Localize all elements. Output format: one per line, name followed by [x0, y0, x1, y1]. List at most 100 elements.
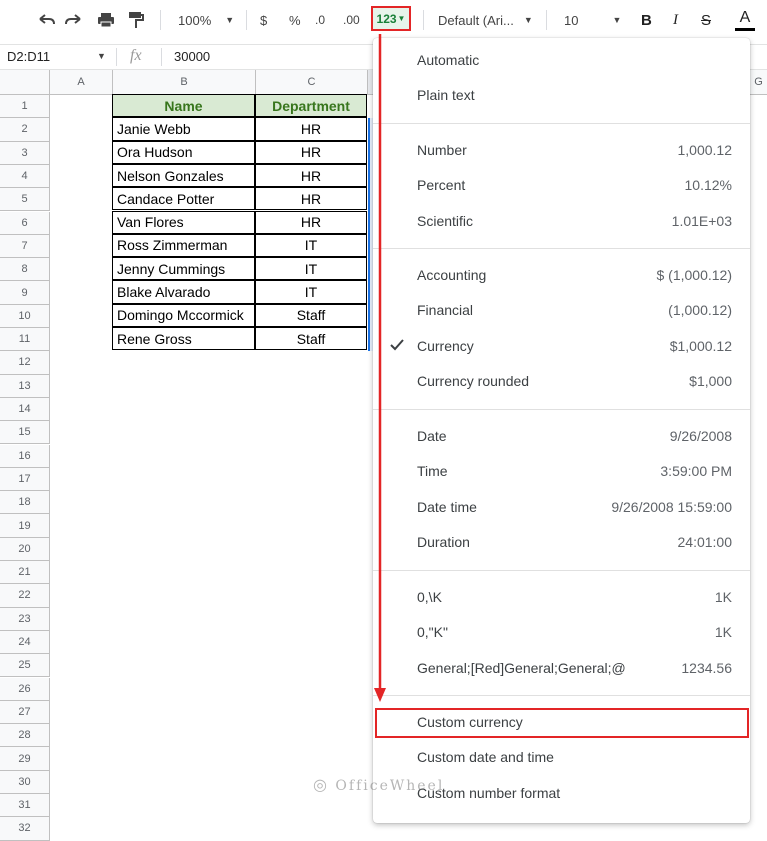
row-header[interactable]: 15: [0, 421, 50, 445]
name-cell[interactable]: Nelson Gonzales: [112, 163, 255, 188]
format-option-scientific[interactable]: Scientific 1.01E+03: [373, 203, 750, 238]
format-option-example: 1,000.12: [677, 141, 733, 158]
row-header[interactable]: 8: [0, 258, 50, 282]
row-header[interactable]: 19: [0, 514, 50, 538]
zoom-select[interactable]: 100% ▼: [178, 0, 234, 40]
department-cell[interactable]: HR: [255, 187, 367, 211]
row-header[interactable]: 16: [0, 444, 50, 468]
format-option-date-time[interactable]: Date time 9/26/2008 15:59:00: [373, 489, 750, 524]
row-header[interactable]: 23: [0, 607, 50, 631]
department-cell[interactable]: IT: [255, 233, 367, 258]
name-box-dropdown-icon[interactable]: ▼: [97, 51, 106, 61]
format-option-currency-rounded[interactable]: Currency rounded $1,000: [373, 364, 750, 399]
header-cell-department[interactable]: Department: [255, 94, 367, 118]
format-option-time[interactable]: Time 3:59:00 PM: [373, 454, 750, 489]
format-option-example: $ (1,000.12): [656, 266, 733, 283]
print-icon[interactable]: [97, 0, 115, 40]
strikethrough-button[interactable]: S: [701, 0, 711, 40]
format-option-general-red-general-general[interactable]: General;[Red]General;General;@ 1234.56: [373, 650, 750, 685]
format-option-example: 1.01E+03: [671, 212, 732, 229]
undo-icon[interactable]: [36, 0, 56, 40]
row-header[interactable]: 27: [0, 700, 50, 725]
column-header-a[interactable]: A: [50, 70, 113, 95]
row-header[interactable]: 6: [0, 211, 50, 235]
row-header[interactable]: 26: [0, 677, 50, 701]
currency-format-button[interactable]: $: [260, 0, 267, 40]
row-header[interactable]: 32: [0, 817, 50, 841]
row-header[interactable]: 25: [0, 654, 50, 678]
row-header[interactable]: 21: [0, 561, 50, 585]
row-header[interactable]: 20: [0, 537, 50, 561]
font-select[interactable]: Default (Ari... ▼: [438, 0, 533, 40]
percent-format-button[interactable]: %: [289, 0, 301, 40]
column-header-b[interactable]: B: [113, 70, 256, 95]
name-box[interactable]: D2:D11: [7, 49, 50, 64]
paint-format-icon[interactable]: [128, 0, 144, 40]
department-cell[interactable]: Staff: [255, 303, 367, 327]
font-size-select[interactable]: 10 ▼: [564, 0, 621, 40]
department-cell[interactable]: HR: [255, 140, 367, 164]
department-cell[interactable]: HR: [255, 163, 367, 188]
department-cell[interactable]: IT: [255, 257, 367, 281]
row-header[interactable]: 3: [0, 141, 50, 165]
name-cell[interactable]: Ross Zimmerman: [112, 233, 255, 258]
row-header[interactable]: 5: [0, 188, 50, 212]
row-header[interactable]: 7: [0, 234, 50, 259]
format-option-number[interactable]: Number 1,000.12: [373, 132, 750, 167]
italic-button[interactable]: I: [673, 0, 678, 40]
row-header[interactable]: 17: [0, 467, 50, 492]
name-cell[interactable]: Janie Webb: [112, 117, 255, 141]
row-header[interactable]: 14: [0, 397, 50, 422]
row-header[interactable]: 1: [0, 95, 50, 119]
format-option-currency[interactable]: Currency $1,000.12: [373, 328, 750, 363]
row-header[interactable]: 2: [0, 118, 50, 142]
format-option-duration[interactable]: Duration 24:01:00: [373, 525, 750, 560]
row-header[interactable]: 9: [0, 281, 50, 305]
row-header[interactable]: 4: [0, 164, 50, 189]
row-header[interactable]: 30: [0, 770, 50, 794]
more-formats-button[interactable]: 123 ▼: [371, 6, 411, 31]
header-cell-name[interactable]: Name: [112, 94, 255, 118]
column-header-c[interactable]: C: [256, 70, 368, 95]
name-cell[interactable]: Domingo Mccormick: [112, 303, 255, 327]
name-cell[interactable]: Blake Alvarado: [112, 280, 255, 304]
decrease-decimal-button[interactable]: .0: [315, 0, 325, 40]
name-cell[interactable]: Jenny Cummings: [112, 257, 255, 281]
name-cell[interactable]: Ora Hudson: [112, 140, 255, 164]
department-cell[interactable]: IT: [255, 280, 367, 304]
bold-button[interactable]: B: [641, 0, 652, 40]
row-header[interactable]: 10: [0, 304, 50, 328]
redo-icon[interactable]: [64, 0, 84, 40]
format-option-0-k[interactable]: 0,"K" 1K: [373, 615, 750, 650]
column-label: G: [754, 76, 763, 88]
row-header[interactable]: 13: [0, 374, 50, 398]
department-cell[interactable]: Staff: [255, 327, 367, 351]
name-cell[interactable]: Rene Gross: [112, 327, 255, 351]
increase-decimal-button[interactable]: .00: [343, 0, 360, 40]
format-option-financial[interactable]: Financial (1,000.12): [373, 293, 750, 328]
format-option-percent[interactable]: Percent 10.12%: [373, 168, 750, 203]
row-header[interactable]: 28: [0, 724, 50, 748]
row-header[interactable]: 12: [0, 351, 50, 375]
format-option-0-k[interactable]: 0,\K 1K: [373, 579, 750, 614]
formula-input[interactable]: 30000: [174, 49, 210, 64]
select-all-corner[interactable]: [0, 70, 50, 95]
row-header[interactable]: 22: [0, 584, 50, 608]
decrease-decimal-label: .0: [315, 13, 326, 27]
format-option-custom-date-and-time[interactable]: Custom date and time: [373, 740, 750, 775]
format-option-plain-text[interactable]: Plain text: [373, 78, 750, 113]
format-option-accounting[interactable]: Accounting $ (1,000.12): [373, 257, 750, 292]
department-cell[interactable]: HR: [255, 210, 367, 234]
row-header[interactable]: 18: [0, 491, 50, 515]
row-header[interactable]: 29: [0, 747, 50, 771]
row-header[interactable]: 24: [0, 630, 50, 655]
row-header[interactable]: 11: [0, 328, 50, 352]
format-option-date[interactable]: Date 9/26/2008: [373, 418, 750, 453]
row-header[interactable]: 31: [0, 794, 50, 818]
column-header-g[interactable]: G: [750, 70, 767, 95]
department-cell[interactable]: HR: [255, 117, 367, 141]
format-option-automatic[interactable]: Automatic: [373, 42, 750, 77]
name-cell[interactable]: Candace Potter: [112, 187, 255, 211]
text-color-button[interactable]: A: [735, 0, 755, 40]
name-cell[interactable]: Van Flores: [112, 210, 255, 234]
